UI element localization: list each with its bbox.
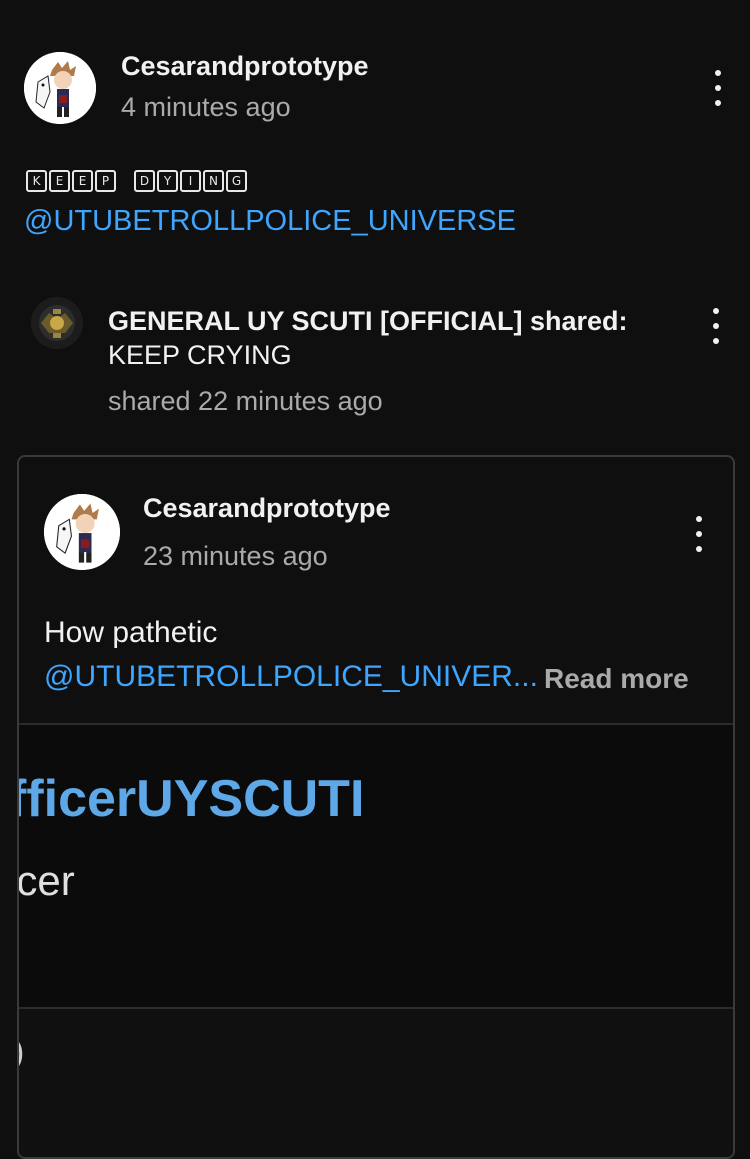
avatar[interactable] xyxy=(24,52,96,124)
avatar-image-icon xyxy=(24,52,96,124)
more-vert-icon[interactable] xyxy=(706,308,726,344)
read-more-link[interactable]: Read more xyxy=(544,663,689,695)
mention-link[interactable]: @UTUBETROLLPOLICE_UNIVERSE xyxy=(24,205,516,238)
author-name[interactable]: Cesarandprototype xyxy=(121,51,369,82)
shared-post-card[interactable]: Cesarandprototype 23 minutes ago How pat… xyxy=(17,455,735,1159)
boxed-letter: P xyxy=(95,170,116,192)
post-time: 4 minutes ago xyxy=(121,92,291,122)
original-post-time: 23 minutes ago xyxy=(143,541,328,571)
boxed-letter: I xyxy=(180,170,201,192)
post-text-boxed: KEEPDYING xyxy=(26,170,247,192)
preview-handle-text: fficerUYSCUTI xyxy=(19,770,365,828)
avatar[interactable] xyxy=(44,494,120,570)
original-post-text: How pathetic xyxy=(44,616,218,649)
boxed-letter: K xyxy=(26,170,47,192)
post-image-preview[interactable]: fficerUYSCUTI icer xyxy=(19,723,733,1009)
original-author-name[interactable]: Cesarandprototype xyxy=(143,493,391,524)
boxed-letter: E xyxy=(49,170,70,192)
boxed-letter: N xyxy=(203,170,224,192)
shared-time: shared 22 minutes ago xyxy=(108,386,383,416)
preview-lower-text: ) xyxy=(19,1033,24,1072)
shared-by-avatar[interactable] xyxy=(31,297,83,349)
avatar-image-icon xyxy=(44,494,120,570)
more-vert-icon[interactable] xyxy=(689,516,709,552)
post-image-preview-lower[interactable]: ) xyxy=(19,1009,733,1157)
post-header: Cesarandprototype 4 minutes ago xyxy=(0,0,750,150)
preview-subtitle-text: icer xyxy=(19,857,75,904)
boxed-letter: G xyxy=(226,170,247,192)
boxed-letter: D xyxy=(134,170,155,192)
shared-by-text: GENERAL UY SCUTI [OFFICIAL] shared: xyxy=(108,306,628,336)
avatar-image-icon xyxy=(31,297,83,349)
boxed-letter-gap xyxy=(118,170,132,192)
shared-comment: KEEP CRYING xyxy=(108,340,292,370)
mention-link[interactable]: @UTUBETROLLPOLICE_UNIVER... xyxy=(44,660,538,694)
more-vert-icon[interactable] xyxy=(708,70,728,106)
boxed-letter: E xyxy=(72,170,93,192)
boxed-letter: Y xyxy=(157,170,178,192)
